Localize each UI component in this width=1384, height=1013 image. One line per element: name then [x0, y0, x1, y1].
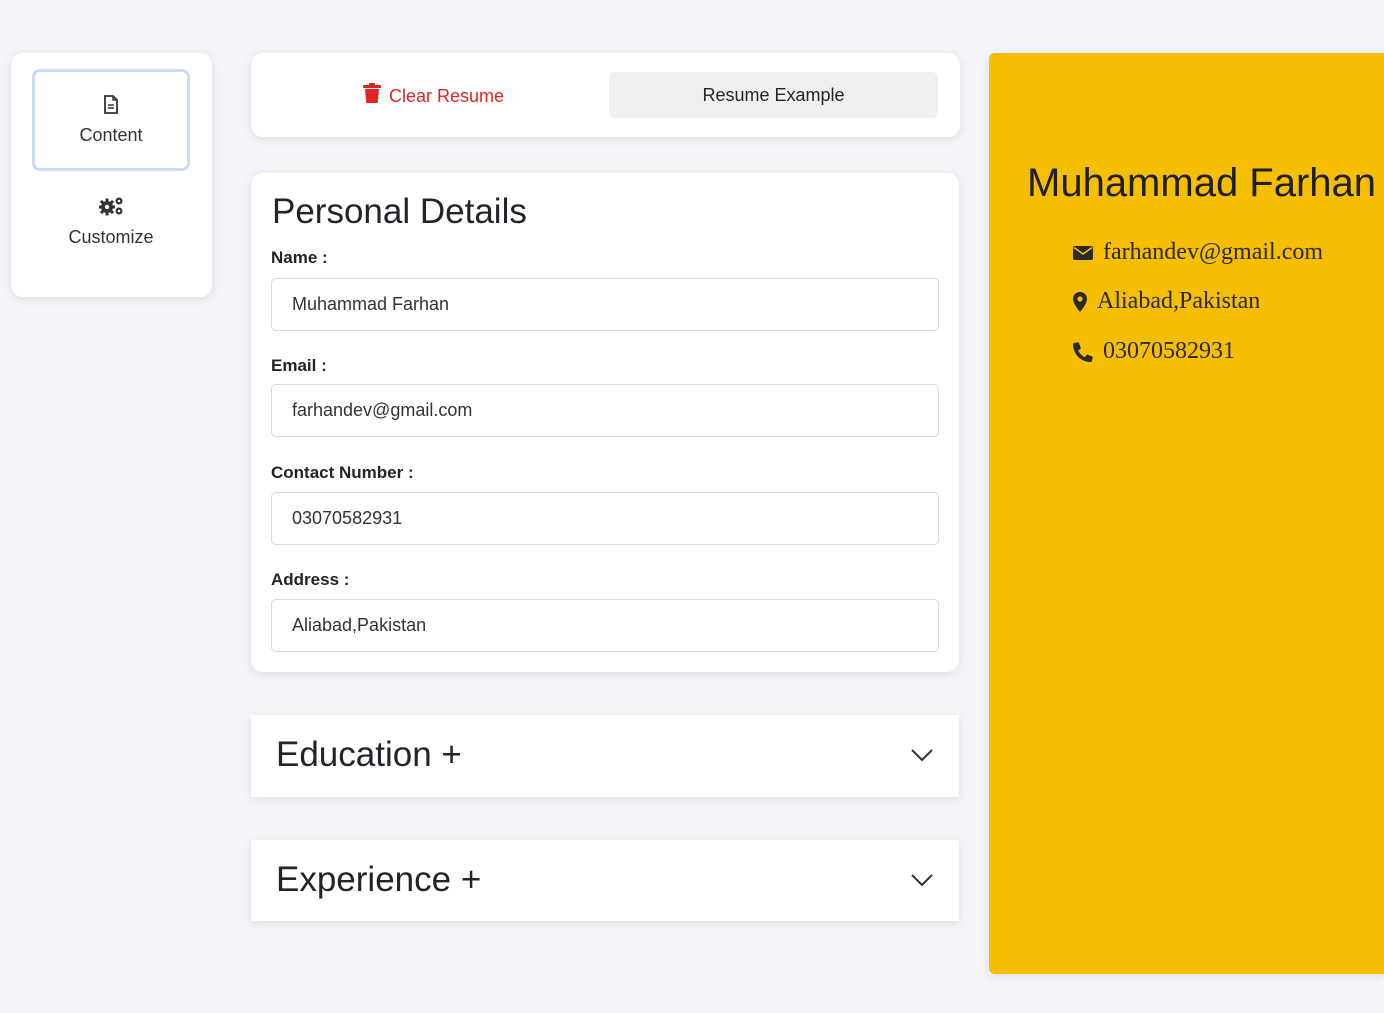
preview-email: farhandev@gmail.com [1103, 239, 1324, 265]
nav-item-label: Content [79, 124, 143, 145]
resume-toolbar: Clear Resume Resume Example [251, 53, 960, 137]
resume-example-button[interactable]: Resume Example [609, 72, 938, 118]
email-input[interactable] [271, 384, 939, 437]
address-label: Address : [271, 570, 350, 589]
preview-phone-row: 03070582931 [1073, 338, 1235, 365]
clear-resume-label: Clear Resume [389, 85, 505, 106]
nav-item-customize[interactable]: Customize [32, 171, 190, 273]
envelope-icon [1073, 245, 1093, 260]
map-marker-icon [1073, 291, 1087, 312]
name-label: Name : [271, 248, 328, 267]
personal-details-card: Personal Details Name : Email : Contact … [251, 173, 959, 672]
clear-resume-button[interactable]: Clear Resume [363, 75, 504, 117]
preview-phone: 03070582931 [1103, 338, 1235, 364]
nav-item-content[interactable]: Content [32, 69, 190, 171]
preview-email-row: farhandev@gmail.com [1073, 239, 1323, 266]
preview-address: Aliabad,Pakistan [1097, 288, 1261, 314]
name-input[interactable] [271, 278, 939, 331]
contact-number-label: Contact Number : [271, 463, 414, 482]
chevron-down-icon[interactable] [911, 748, 933, 767]
experience-accordion[interactable]: Experience + [251, 840, 959, 921]
preview-address-row: Aliabad,Pakistan [1073, 288, 1260, 315]
gears-icon [98, 196, 124, 221]
preview-name: Muhammad Farhan [1027, 161, 1377, 205]
contact-number-input[interactable] [271, 492, 939, 545]
experience-title: Experience + [276, 860, 482, 899]
education-accordion[interactable]: Education + [251, 715, 959, 797]
section-title: Personal Details [272, 192, 527, 231]
chevron-down-icon[interactable] [911, 873, 933, 892]
resume-preview: Muhammad Farhan farhandev@gmail.com Alia… [989, 53, 1384, 974]
nav-item-label: Customize [68, 227, 154, 247]
education-title: Education + [276, 735, 462, 774]
address-input[interactable] [271, 599, 939, 652]
document-icon [103, 94, 119, 119]
phone-icon [1073, 341, 1093, 362]
sidebar-nav: Content Customize [11, 53, 212, 297]
trash-icon [363, 83, 381, 109]
email-label: Email : [271, 356, 327, 375]
